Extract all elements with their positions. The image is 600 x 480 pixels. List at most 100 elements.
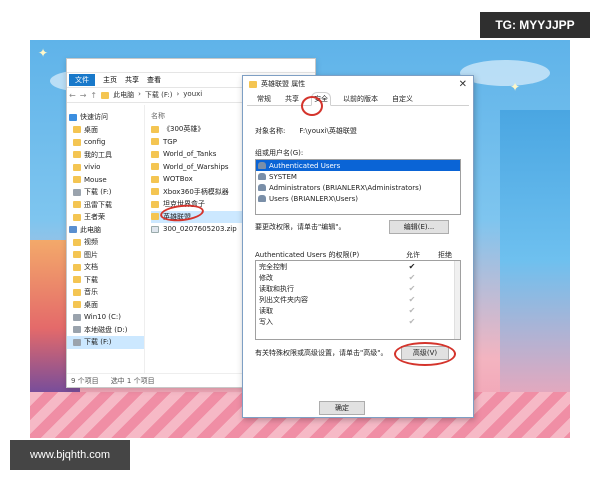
file-item-label: 坦克世界盒子: [163, 200, 205, 209]
forward-arrow-icon[interactable]: →: [80, 91, 87, 100]
sidebar-item[interactable]: Win10 (C:): [67, 311, 144, 324]
star-icon: ✦: [510, 80, 521, 94]
users-icon: [258, 162, 266, 169]
pc-icon: [69, 226, 77, 234]
permission-row: 完全控制 ✔: [256, 261, 460, 272]
permission-row: 读取和执行 ✔: [256, 283, 460, 294]
sidebar-item[interactable]: 桌面: [67, 299, 144, 312]
tab-security[interactable]: 安全: [311, 92, 331, 106]
sidebar-item[interactable]: 音乐: [67, 286, 144, 299]
permission-name: 完全控制: [259, 262, 287, 271]
sidebar-item-label: 桌面: [84, 300, 98, 309]
close-icon[interactable]: ✕: [459, 79, 467, 90]
breadcrumb-this-pc[interactable]: 此电脑: [113, 90, 134, 100]
sidebar-item[interactable]: 我的工具: [67, 149, 144, 162]
drive-icon: [73, 188, 81, 196]
user-list-item[interactable]: Authenticated Users: [256, 160, 460, 171]
drive-icon: [73, 338, 81, 346]
sidebar-item-label: 王者荣: [84, 213, 105, 222]
folder-icon: [151, 200, 159, 208]
sidebar-item-label: Win10 (C:): [84, 313, 121, 322]
tab-general[interactable]: 常规: [255, 93, 273, 105]
sidebar-item[interactable]: 下载 (F:): [67, 186, 144, 199]
permission-row: 修改 ✔: [256, 272, 460, 283]
breadcrumb-drive-f[interactable]: 下载 (F:): [145, 90, 173, 100]
user-name: Authenticated Users: [269, 161, 341, 170]
allow-check-icon: ✔: [408, 273, 416, 282]
back-arrow-icon[interactable]: ←: [69, 91, 76, 100]
user-list-item[interactable]: Users (BRIANLERX\Users): [256, 193, 460, 204]
sidebar-item[interactable]: 桌面: [67, 124, 144, 137]
sidebar-item-label: 下载 (F:): [84, 338, 112, 347]
file-item-label: 《300英雄》: [163, 125, 205, 134]
tab-sharing[interactable]: 共享: [283, 93, 301, 105]
file-item-label: WOTBox: [163, 175, 193, 184]
folder-icon: [73, 276, 81, 284]
edit-button[interactable]: 编辑(E)...: [389, 220, 449, 234]
permission-name: 修改: [259, 273, 273, 282]
user-list-item[interactable]: SYSTEM: [256, 171, 460, 182]
explorer-titlebar: [67, 59, 315, 73]
sidebar-item-label: Mouse: [84, 175, 107, 184]
sidebar-item[interactable]: 下载: [67, 274, 144, 287]
sidebar-item[interactable]: 文档: [67, 261, 144, 274]
sidebar-item[interactable]: Mouse: [67, 174, 144, 187]
sidebar-item-label: 桌面: [84, 125, 98, 134]
status-selected-count: 选中 1 个项目: [110, 376, 155, 385]
tab-customize[interactable]: 自定义: [390, 93, 415, 105]
group-user-list[interactable]: Authenticated Users SYSTEM Administrators …: [255, 159, 461, 215]
folder-icon: [101, 91, 110, 99]
sidebar-item[interactable]: 下载 (F:): [67, 336, 144, 349]
sidebar-item-label: 图片: [84, 250, 98, 259]
ribbon-tab-view[interactable]: 查看: [147, 75, 161, 85]
permissions-scrollbar[interactable]: [454, 261, 460, 339]
properties-dialog: 英雄联盟 属性 ✕ 常规 共享 安全 以前的版本 自定义 对象名称: F:\yo…: [242, 75, 474, 418]
folder-icon: [73, 201, 81, 209]
folder-icon: [151, 150, 159, 158]
user-name: SYSTEM: [269, 172, 297, 181]
sidebar-item[interactable]: 图片: [67, 249, 144, 262]
advanced-button[interactable]: 高级(V): [401, 346, 449, 360]
ribbon-tab-share[interactable]: 共享: [125, 75, 139, 85]
sidebar-item-label: 本地磁盘 (D:): [84, 325, 128, 334]
folder-icon: [73, 251, 81, 259]
sidebar-item[interactable]: 王者荣: [67, 211, 144, 224]
folder-icon: [73, 151, 81, 159]
deny-column-header: 拒绝: [438, 251, 452, 259]
advanced-hint: 有关特殊权限或高级设置，请单击"高级"。: [255, 349, 388, 357]
permission-name: 读取: [259, 306, 273, 315]
folder-icon: [73, 176, 81, 184]
sidebar-item[interactable]: 快速访问: [67, 111, 144, 124]
file-icon: [151, 225, 159, 233]
folder-icon: [151, 175, 159, 183]
sidebar-item-label: 下载: [84, 275, 98, 284]
sidebar-item[interactable]: 此电脑: [67, 224, 144, 237]
sidebar-item[interactable]: 迅雷下载: [67, 199, 144, 212]
ok-button[interactable]: 确定: [319, 401, 365, 415]
sidebar-item[interactable]: config: [67, 136, 144, 149]
permission-row: 写入 ✔: [256, 316, 460, 327]
folder-icon: [73, 263, 81, 271]
permission-row: 读取 ✔: [256, 305, 460, 316]
user-list-item[interactable]: Administrators (BRIANLERX\Administrators…: [256, 182, 460, 193]
file-item-label: World_of_Warships: [163, 162, 229, 171]
permissions-header: Authenticated Users 的权限(P) 允许 拒绝: [255, 250, 461, 260]
ribbon-tab-home[interactable]: 主页: [103, 75, 117, 85]
ribbon-tab-file[interactable]: 文件: [69, 74, 95, 86]
allow-check-icon: ✔: [408, 262, 416, 271]
folder-icon: [73, 126, 81, 134]
permission-row: 列出文件夹内容 ✔: [256, 294, 460, 305]
up-arrow-icon[interactable]: ↑: [90, 91, 97, 100]
object-name-label: 对象名称:: [255, 127, 286, 135]
sidebar-item[interactable]: vivio: [67, 161, 144, 174]
sidebar-item[interactable]: 本地磁盘 (D:): [67, 324, 144, 337]
tab-previous-versions[interactable]: 以前的版本: [341, 93, 380, 105]
breadcrumb-youxi[interactable]: youxi: [183, 90, 202, 100]
file-item-label: 英雄联盟: [163, 212, 191, 221]
folder-icon: [73, 288, 81, 296]
sidebar-item[interactable]: 视频: [67, 236, 144, 249]
drive-icon: [73, 313, 81, 321]
object-name-value: F:\youxi\英雄联盟: [299, 127, 357, 135]
status-item-count: 9 个项目: [71, 376, 99, 385]
sidebar-item-label: 我的工具: [84, 150, 112, 159]
